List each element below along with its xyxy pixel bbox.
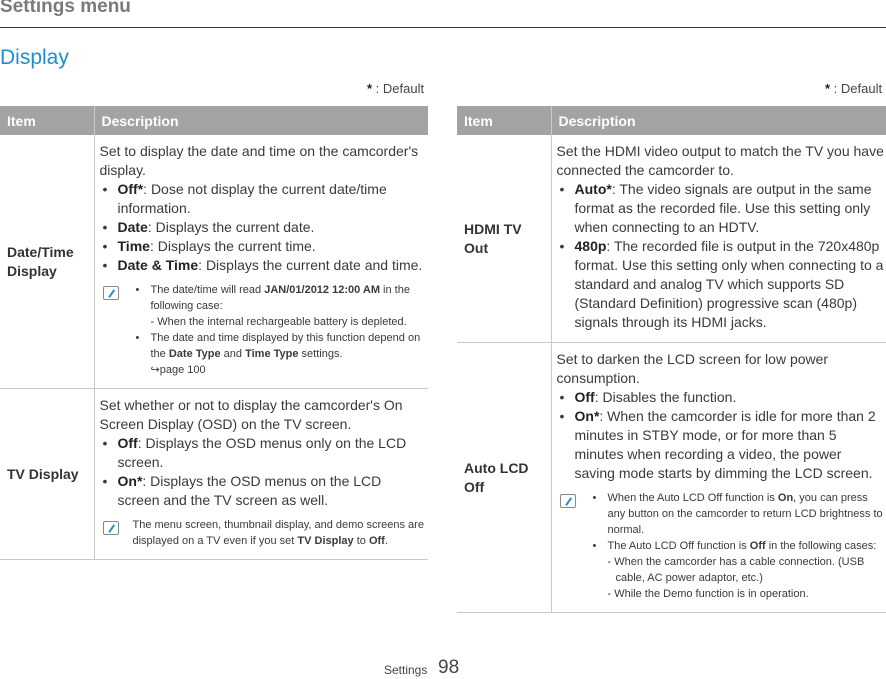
page-reference-link[interactable]: ↪page 100 <box>151 362 427 378</box>
note-text: in the following cases: <box>765 540 877 552</box>
row-description: Set to display the date and time on the … <box>93 135 428 389</box>
option-list: Off*: Dose not display the current date/… <box>100 180 427 275</box>
option-text: : Displays the current time. <box>149 238 316 254</box>
option-name: On* <box>574 408 600 424</box>
note-pencil-icon <box>559 494 576 508</box>
column-header-item: Item <box>457 106 551 135</box>
note-item: The menu screen, thumbnail display, and … <box>133 517 427 549</box>
note-text: The Auto LCD Off function is <box>607 540 750 552</box>
page-number: 98 <box>438 657 460 678</box>
option-text: : Displays the current date and time. <box>198 257 423 273</box>
note-pencil-icon <box>102 286 119 300</box>
option-item: On*: When the camcorder is idle for more… <box>557 407 885 483</box>
row-description: Set the HDMI video output to match the T… <box>550 135 886 343</box>
note-bold: Off <box>749 540 766 552</box>
option-name: Off <box>117 435 138 451</box>
option-item: Off: Disables the function. <box>557 388 885 407</box>
note-bold: Time Type <box>245 348 299 360</box>
footer-section-label: Settings <box>384 663 428 677</box>
description-intro: Set the HDMI video output to match the T… <box>556 143 884 178</box>
table-header-row: Item Description <box>457 106 886 135</box>
description-intro: Set whether or not to display the camcor… <box>99 397 403 432</box>
default-text: : Default <box>830 81 883 96</box>
note-subitem: - While the Demo function is in operatio… <box>607 588 809 600</box>
note-bold: Off <box>368 535 385 547</box>
table-row: Date/Time Display Set to display the dat… <box>0 135 428 389</box>
option-name: Date <box>117 219 148 235</box>
option-item: Date & Time: Displays the current date a… <box>100 256 427 275</box>
option-item: Time: Displays the current time. <box>100 237 427 256</box>
note-subitem: - When the camcorder has a cable connect… <box>607 556 865 568</box>
row-item-hdmi-tv-out: HDMI TV Out <box>457 135 551 343</box>
option-text: : When the camcorder is idle for more th… <box>574 408 876 481</box>
note-block: When the Auto LCD Off function is On, yo… <box>557 490 885 602</box>
option-name: Off <box>574 389 595 405</box>
row-description: Set whether or not to display the camcor… <box>93 388 428 560</box>
note-block: The date/time will read JAN/01/2012 12:0… <box>100 282 427 378</box>
note-subitem: - When the internal rechargeable battery… <box>150 316 407 328</box>
table-header-row: Item Description <box>0 106 428 135</box>
option-text: : Displays the current date. <box>147 219 315 235</box>
option-name: 480p <box>574 238 607 254</box>
option-text: : Displays the OSD menus on the LCD scre… <box>117 473 382 508</box>
option-list: Off: Displays the OSD menus only on the … <box>100 434 427 510</box>
table-row: HDMI TV Out Set the HDMI video output to… <box>457 135 886 343</box>
note-text: . <box>384 535 388 547</box>
column-header-description: Description <box>550 106 886 135</box>
description-intro: Set to display the date and time on the … <box>99 143 419 178</box>
option-name: Off* <box>117 181 144 197</box>
option-item: 480p: The recorded file is output in the… <box>557 237 885 332</box>
note-bold: On <box>777 492 794 504</box>
note-text: settings. <box>298 348 343 360</box>
option-name: Date & Time <box>117 257 199 273</box>
option-text: : Displays the OSD menus only on the LCD… <box>117 435 407 470</box>
option-text: : The video signals are output in the sa… <box>574 181 872 235</box>
table-row: Auto LCD Off Set to darken the LCD scree… <box>457 342 886 613</box>
row-item-auto-lcd-off: Auto LCD Off <box>457 342 551 613</box>
note-block: The menu screen, thumbnail display, and … <box>100 517 427 549</box>
table-row: TV Display Set whether or not to display… <box>0 388 428 560</box>
note-text: When the Auto LCD Off function is <box>607 492 778 504</box>
option-text: : The recorded file is output in the 720… <box>574 238 884 330</box>
note-item: When the Auto LCD Off function is On, yo… <box>590 490 885 538</box>
left-settings-table: Item Description Date/Time Display Set t… <box>0 106 428 560</box>
right-settings-table: Item Description HDMI TV Out Set the HDM… <box>457 106 886 613</box>
option-name: Time <box>117 238 150 254</box>
page-header-title: Settings menu <box>0 0 131 17</box>
option-text: : Dose not display the current date/time… <box>117 181 387 216</box>
option-item: On*: Displays the OSD menus on the LCD s… <box>100 472 427 510</box>
option-item: Off: Displays the OSD menus only on the … <box>100 434 427 472</box>
note-text: to <box>353 535 369 547</box>
note-bold: JAN/01/2012 12:00 AM <box>264 284 380 296</box>
note-bold: TV Display <box>297 535 354 547</box>
note-text: The date/time will read <box>150 284 265 296</box>
header-divider <box>0 27 886 28</box>
default-note-left: * : Default <box>367 81 424 96</box>
note-item: The date/time will read JAN/01/2012 12:0… <box>133 282 427 330</box>
option-item: Date: Displays the current date. <box>100 218 427 237</box>
note-pencil-icon <box>102 521 119 535</box>
note-item: The date and time displayed by this func… <box>133 330 427 378</box>
option-name: On* <box>117 473 143 489</box>
default-note-right: * : Default <box>825 81 882 96</box>
note-subitem: cable, AC power adaptor, etc.) <box>615 572 763 584</box>
option-list: Off: Disables the function. On*: When th… <box>557 388 885 483</box>
section-title: Display <box>0 46 69 69</box>
option-text: : Disables the function. <box>594 389 737 405</box>
row-item-date-time-display: Date/Time Display <box>0 135 94 389</box>
note-bold: Date Type <box>168 348 221 360</box>
option-item: Off*: Dose not display the current date/… <box>100 180 427 218</box>
row-item-tv-display: TV Display <box>0 388 94 560</box>
column-header-item: Item <box>0 106 94 135</box>
column-header-description: Description <box>93 106 428 135</box>
option-list: Auto*: The video signals are output in t… <box>557 180 885 332</box>
note-item: The Auto LCD Off function is Off in the … <box>590 538 885 602</box>
note-text: and <box>220 348 246 360</box>
description-intro: Set to darken the LCD screen for low pow… <box>556 351 829 386</box>
option-item: Auto*: The video signals are output in t… <box>557 180 885 237</box>
default-text: : Default <box>372 81 425 96</box>
option-name: Auto* <box>574 181 612 197</box>
row-description: Set to darken the LCD screen for low pow… <box>550 342 886 613</box>
